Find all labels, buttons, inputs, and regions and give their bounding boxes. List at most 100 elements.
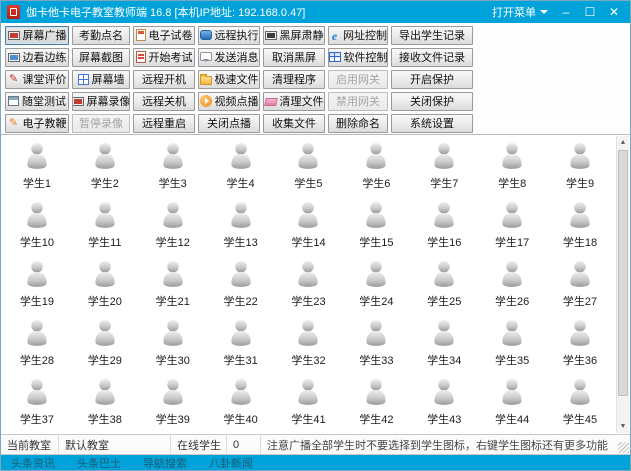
speed-file-button[interactable]: 极速文件 bbox=[198, 70, 260, 89]
close-vod-button[interactable]: 关闭点播 bbox=[198, 114, 260, 133]
student-item[interactable]: 学生38 bbox=[71, 377, 139, 432]
screen-wall-button[interactable]: 屏幕墙 bbox=[72, 70, 130, 89]
student-item[interactable]: 学生12 bbox=[139, 200, 207, 259]
collect-files-button[interactable]: 收集文件 bbox=[263, 114, 325, 133]
student-item[interactable]: 学生29 bbox=[71, 318, 139, 377]
student-item[interactable]: 学生16 bbox=[410, 200, 478, 259]
receive-file-records-button[interactable]: 接收文件记录 bbox=[391, 48, 473, 67]
student-icon bbox=[361, 318, 391, 351]
system-settings-button[interactable]: 系统设置 bbox=[391, 114, 473, 133]
screen-record-button[interactable]: 屏幕录像 bbox=[72, 92, 130, 111]
student-item[interactable]: 学生14 bbox=[275, 200, 343, 259]
student-icon bbox=[22, 318, 52, 351]
student-item[interactable]: 学生31 bbox=[207, 318, 275, 377]
student-item[interactable]: 学生1 bbox=[3, 141, 71, 200]
software-control-button[interactable]: 软件控制 bbox=[328, 48, 388, 67]
send-message-button[interactable]: 发送消息 bbox=[198, 48, 260, 67]
student-item[interactable]: 学生33 bbox=[342, 318, 410, 377]
student-item[interactable]: 学生43 bbox=[410, 377, 478, 432]
screenshot-button[interactable]: 屏幕截图 bbox=[72, 48, 130, 67]
student-item[interactable]: 学生18 bbox=[546, 200, 614, 259]
remote-shutdown-button[interactable]: 远程关机 bbox=[133, 92, 195, 111]
screen-broadcast-button[interactable]: 屏幕广播 bbox=[5, 26, 69, 45]
remote-restart-button[interactable]: 远程重启 bbox=[133, 114, 195, 133]
student-item[interactable]: 学生13 bbox=[207, 200, 275, 259]
close-button[interactable]: ✕ bbox=[604, 3, 624, 21]
video-on-demand-button[interactable]: 视频点播 bbox=[198, 92, 260, 111]
student-item[interactable]: 学生32 bbox=[275, 318, 343, 377]
student-item[interactable]: 学生27 bbox=[546, 259, 614, 318]
student-item[interactable]: 学生10 bbox=[3, 200, 71, 259]
export-student-records-button[interactable]: 导出学生记录 bbox=[391, 26, 473, 45]
student-item[interactable]: 学生17 bbox=[478, 200, 546, 259]
pause-recording-button[interactable]: 暂停录像 bbox=[72, 114, 130, 133]
toolbar-row: 屏幕广播考勤点名电子试卷远程执行黑屏肃静网址控制导出学生记录 bbox=[1, 24, 630, 46]
exec-blue-icon bbox=[200, 30, 212, 40]
e-test-paper-button[interactable]: 电子试卷 bbox=[133, 26, 195, 45]
student-item[interactable]: 学生26 bbox=[478, 259, 546, 318]
student-item[interactable]: 学生5 bbox=[275, 141, 343, 200]
resize-grip[interactable] bbox=[618, 442, 629, 453]
enable-gateway-button[interactable]: 启用网关 bbox=[328, 70, 388, 89]
student-item[interactable]: 学生42 bbox=[342, 377, 410, 432]
url-control-button[interactable]: 网址控制 bbox=[328, 26, 388, 45]
student-item[interactable]: 学生35 bbox=[478, 318, 546, 377]
remote-boot-button[interactable]: 远程开机 bbox=[133, 70, 195, 89]
bottombar-link-news[interactable]: 头条资讯 bbox=[11, 455, 55, 471]
quiz-button[interactable]: 随堂测试 bbox=[5, 92, 69, 111]
watch-and-practice-button[interactable]: 边看边练 bbox=[5, 48, 69, 67]
e-pointer-button[interactable]: 电子教鞭 bbox=[5, 114, 69, 133]
delete-naming-button[interactable]: 删除命名 bbox=[328, 114, 388, 133]
student-item[interactable]: 学生6 bbox=[342, 141, 410, 200]
open-menu-button[interactable]: 打开菜单 bbox=[488, 4, 552, 20]
remote-execute-button[interactable]: 远程执行 bbox=[198, 26, 260, 45]
student-item[interactable]: 学生41 bbox=[275, 377, 343, 432]
bottombar-link-gossip[interactable]: 八卦新闻 bbox=[209, 455, 253, 471]
student-item[interactable]: 学生11 bbox=[71, 200, 139, 259]
start-exam-button[interactable]: 开始考试 bbox=[133, 48, 195, 67]
bottombar-link-search[interactable]: 导航搜索 bbox=[143, 455, 187, 471]
vertical-scrollbar[interactable]: ▲ ▼ bbox=[616, 136, 629, 433]
disable-gateway-button[interactable]: 禁用网关 bbox=[328, 92, 388, 111]
clean-files-button[interactable]: 清理文件 bbox=[263, 92, 325, 111]
student-item[interactable]: 学生19 bbox=[3, 259, 71, 318]
student-item[interactable]: 学生8 bbox=[478, 141, 546, 200]
student-item[interactable]: 学生21 bbox=[139, 259, 207, 318]
scrollbar-thumb[interactable] bbox=[618, 150, 628, 396]
attendance-rollcall-button[interactable]: 考勤点名 bbox=[72, 26, 130, 45]
student-item[interactable]: 学生22 bbox=[207, 259, 275, 318]
student-item[interactable]: 学生23 bbox=[275, 259, 343, 318]
student-item[interactable]: 学生2 bbox=[71, 141, 139, 200]
class-evaluation-button[interactable]: 课堂评价 bbox=[5, 70, 69, 89]
clean-programs-button[interactable]: 清理程序 bbox=[263, 70, 325, 89]
student-item[interactable]: 学生20 bbox=[71, 259, 139, 318]
scroll-up-icon[interactable]: ▲ bbox=[617, 136, 629, 149]
close-protection-button[interactable]: 关闭保护 bbox=[391, 92, 473, 111]
black-screen-silence-button[interactable]: 黑屏肃静 bbox=[263, 26, 325, 45]
student-item[interactable]: 学生36 bbox=[546, 318, 614, 377]
student-item[interactable]: 学生40 bbox=[207, 377, 275, 432]
toolbar-button-label: 系统设置 bbox=[410, 115, 454, 131]
toolbar-button-label: 课堂评价 bbox=[23, 71, 67, 87]
student-item[interactable]: 学生15 bbox=[342, 200, 410, 259]
student-item[interactable]: 学生45 bbox=[546, 377, 614, 432]
minimize-button[interactable]: – bbox=[556, 3, 576, 21]
student-item[interactable]: 学生7 bbox=[410, 141, 478, 200]
student-item[interactable]: 学生44 bbox=[478, 377, 546, 432]
toolbar-button-label: 远程关机 bbox=[142, 93, 186, 109]
bottombar-link-bus[interactable]: 头条巴士 bbox=[77, 455, 121, 471]
student-item[interactable]: 学生34 bbox=[410, 318, 478, 377]
enable-protection-button[interactable]: 开启保护 bbox=[391, 70, 473, 89]
student-item[interactable]: 学生3 bbox=[139, 141, 207, 200]
maximize-button[interactable]: ☐ bbox=[580, 3, 600, 21]
student-item[interactable]: 学生37 bbox=[3, 377, 71, 432]
student-item[interactable]: 学生39 bbox=[139, 377, 207, 432]
cancel-black-screen-button[interactable]: 取消黑屏 bbox=[263, 48, 325, 67]
student-item[interactable]: 学生25 bbox=[410, 259, 478, 318]
scroll-down-icon[interactable]: ▼ bbox=[617, 420, 629, 433]
student-item[interactable]: 学生9 bbox=[546, 141, 614, 200]
student-item[interactable]: 学生30 bbox=[139, 318, 207, 377]
student-item[interactable]: 学生28 bbox=[3, 318, 71, 377]
student-item[interactable]: 学生4 bbox=[207, 141, 275, 200]
student-item[interactable]: 学生24 bbox=[342, 259, 410, 318]
